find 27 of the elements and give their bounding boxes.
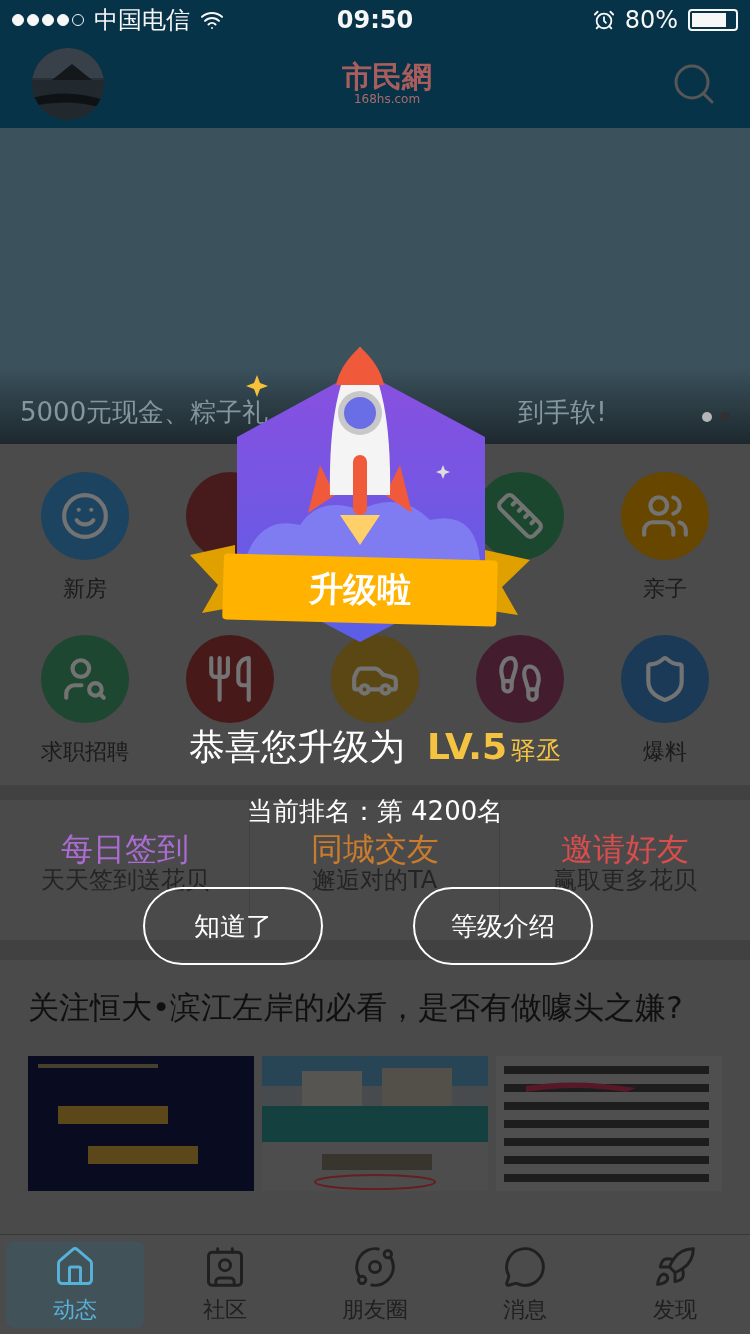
rank-text: 当前排名：第 4200名 [246,795,504,828]
dialog-button[interactable]: 等级介绍 [412,887,593,965]
rocket-icon [653,1244,697,1289]
congrats-message: 恭喜您升级为 [189,725,406,769]
ruler-icon [494,491,545,541]
dialog-button[interactable]: 知道了 [142,887,323,965]
banner-caption: 到手软! [518,396,607,429]
logo-domain: 168hs.com [353,92,421,106]
battery-percent: 80% [624,6,678,34]
page-dot[interactable] [702,412,712,422]
tab[interactable]: 动态 [6,1241,144,1328]
orbit-icon [353,1244,397,1289]
banner-caption: 5000元现金、粽子礼 [20,396,269,429]
chat-icon [503,1244,547,1289]
promo-title: 同城交友 [310,830,439,868]
ribbon-label: 升级啦 [222,553,498,627]
promo-title: 邀请好友 [561,830,689,868]
level-grade: LV.5 [427,726,507,767]
carrier-label: 中国电信 [94,5,190,36]
alarm-icon [592,9,615,31]
battery-icon [688,9,738,31]
clock-time: 09:50 [336,6,414,34]
logo-text: 市民網 [342,62,432,92]
article-title[interactable]: 关注恒大•滨江左岸的必看，是否有做噱头之嫌? [28,984,722,1030]
smile-icon [60,491,111,541]
level-title: 驿丞 [510,735,561,767]
promo-title: 每日签到 [60,830,189,868]
